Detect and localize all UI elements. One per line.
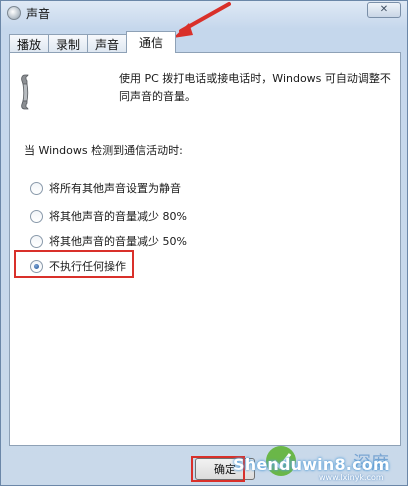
tab-playback[interactable]: 播放 [9,34,50,53]
option-reduce-50[interactable]: 将其他声音的音量减少 50% [30,233,187,249]
speaker-icon [7,6,21,20]
communications-panel: 使用 PC 拨打电话或接电话时，Windows 可自动调整不同声音的音量。 当 … [9,52,401,446]
tab-communications[interactable]: 通信 [126,31,177,53]
window-title: 声音 [26,6,51,21]
radio-button[interactable] [30,181,43,195]
description-text: 使用 PC 拨打电话或接电话时，Windows 可自动调整不同声音的音量。 [119,72,391,103]
option-reduce-80[interactable]: 将其他声音的音量减少 80% [30,208,187,224]
radio-button[interactable] [30,209,43,223]
option-mute-all[interactable]: 将所有其他声音设置为静音 [30,180,181,196]
watermark-text: Shenduwin8.com [233,455,390,474]
detect-activity-label: 当 Windows 检测到通信活动时: [24,144,183,157]
option-label: 将其他声音的音量减少 80% [49,210,187,223]
phone-icon [21,74,29,110]
annotation-highlight-option [14,250,134,278]
tab-recording[interactable]: 录制 [48,34,89,53]
option-label: 将所有其他声音设置为静音 [49,182,181,195]
tab-strip: 播放 录制 声音 通信 [9,31,177,53]
radio-button[interactable] [30,234,43,248]
option-label: 将其他声音的音量减少 50% [49,235,187,248]
close-button[interactable]: ✕ [367,2,401,18]
sound-dialog-window: 声音 ✕ 播放 录制 声音 通信 使用 PC 拨打电话或接电话时，Windows… [0,0,408,486]
tab-sounds[interactable]: 声音 [87,34,128,53]
watermark-subtext: www.lxinyk.com [319,473,384,482]
close-icon: ✕ [379,4,389,15]
